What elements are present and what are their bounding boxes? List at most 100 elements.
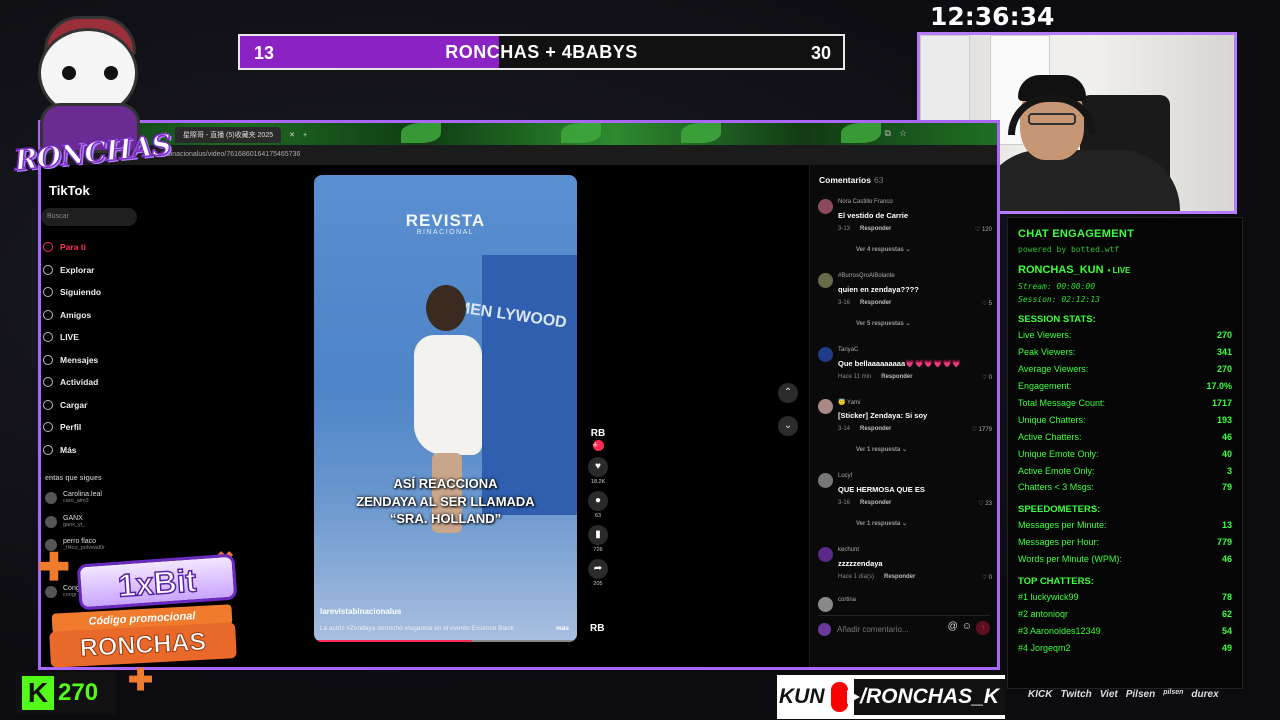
comment-likes[interactable]: ♡ 0 — [982, 574, 992, 581]
nav-item-perfil[interactable]: Perfil — [43, 416, 163, 439]
comment-likes[interactable]: ♡ 23 — [978, 500, 992, 507]
comment-like-count: 5 — [988, 301, 992, 307]
speedometer-row: Messages per Hour: 779 — [1018, 534, 1232, 551]
avatar[interactable] — [818, 473, 833, 488]
bookmark-star-icon[interactable]: ☆ — [899, 128, 907, 139]
bookmark-icon: ▮ — [588, 525, 608, 545]
next-video-button[interactable]: ⌄ — [778, 416, 798, 436]
avatar[interactable] — [818, 597, 833, 612]
logo-text: RONCHAS — [12, 127, 173, 178]
nav-item-amigos[interactable]: Amigos — [43, 304, 163, 327]
reply-button[interactable]: Responder — [860, 300, 891, 306]
compass-icon — [43, 264, 53, 275]
comment-like-count: 120 — [981, 227, 992, 233]
view-replies-button[interactable]: Ver 4 respuestas ⌄ — [856, 246, 910, 253]
avatar[interactable] — [818, 399, 833, 414]
send-icon[interactable]: ↑ — [976, 621, 990, 635]
mention-icon[interactable]: @ — [948, 621, 958, 635]
avatar[interactable] — [818, 547, 833, 562]
nav-item-mensajes[interactable]: Mensajes — [43, 349, 163, 372]
vote-right-count: 30 — [810, 43, 831, 63]
comment-likes[interactable]: ♡ 5 — [982, 300, 992, 307]
comment-likes[interactable]: ♡ 0 — [982, 374, 992, 381]
comment-likes[interactable]: ♡ 1779 — [972, 426, 992, 433]
comments-count: 63 — [873, 175, 884, 185]
comment-user[interactable]: Lucyl — [838, 473, 852, 479]
search-input[interactable]: Buscar — [41, 208, 137, 226]
close-icon[interactable]: ✕ — [289, 131, 295, 139]
sponsor-durex: durex — [1191, 689, 1219, 700]
comment-like-count: 1779 — [978, 427, 992, 433]
comment-meta: 3-16 Responder — [838, 500, 891, 506]
video-progress-bar[interactable] — [314, 640, 577, 642]
comment-user[interactable]: #BurrosQroAlBolante — [838, 273, 895, 279]
like-button[interactable]: ♥ 18.2K — [586, 457, 610, 485]
comment-user[interactable]: kechunt — [838, 547, 859, 553]
comment-user[interactable]: TanyaC — [838, 347, 858, 353]
browser-tab[interactable]: 星際哥 - 直播 (5)收藏夹 2025 — [174, 127, 282, 143]
video-username[interactable]: larevistabinacionalus — [320, 607, 401, 616]
video-person-hair — [426, 285, 466, 331]
profile-icon — [43, 422, 53, 433]
nav-item-mas[interactable]: Más — [43, 439, 163, 462]
nav-item-siguiendo[interactable]: Siguiendo — [43, 281, 163, 304]
nav-item-para-ti[interactable]: Para ti — [43, 236, 163, 259]
reply-button[interactable]: Responder — [860, 426, 891, 432]
avatar[interactable] — [818, 347, 833, 362]
webcam-person-body — [980, 150, 1180, 211]
top-chatter-row: #4 Jorgeqm2 49 — [1018, 639, 1232, 656]
top-chatter-row-value: 49 — [1221, 642, 1232, 653]
reply-button[interactable]: Responder — [881, 374, 912, 380]
reply-button[interactable]: Responder — [884, 574, 915, 580]
following-item[interactable]: GANX ganx_yt_ — [45, 515, 85, 528]
session-stat-row-label: Peak Viewers: — [1018, 347, 1076, 358]
comment-input-icons: @ ☺ ↑ — [948, 621, 990, 635]
comment-text: [Sticker] Zendaya: Si soy — [838, 411, 928, 420]
following-item[interactable]: Carolina.leal caro_alm3 — [45, 491, 102, 504]
install-icon[interactable]: ⧉ — [884, 128, 890, 139]
share-button[interactable]: ➦ 205 — [586, 559, 610, 587]
comment-user[interactable]: cortina — [838, 597, 856, 603]
cross-icon: ✚ — [128, 664, 154, 697]
session-stat-row-label: Total Message Count: — [1018, 398, 1106, 408]
new-tab-button[interactable]: + — [303, 132, 307, 139]
comment-input[interactable]: Añadir comentario... @ ☺ ↑ — [818, 615, 990, 637]
comment-user[interactable]: 😇 Yami — [838, 399, 860, 406]
view-replies-button[interactable]: Ver 1 respuesta ⌄ — [856, 446, 907, 453]
youtube-icon — [830, 682, 859, 712]
upload-icon — [43, 399, 53, 410]
comment-user[interactable]: Nora Castillo Franco — [838, 199, 893, 205]
view-replies-button[interactable]: Ver 5 respuestas ⌄ — [856, 320, 910, 327]
save-button[interactable]: ▮ 726 — [586, 525, 610, 553]
nav-item-explorar[interactable]: Explorar — [43, 259, 163, 282]
video-player[interactable]: WOMEN LYWOOD REVISTA BINACIONAL ASÍ REAC… — [314, 175, 577, 642]
sound-avatar[interactable]: RB — [590, 623, 604, 634]
comment-button[interactable]: ● 63 — [586, 491, 610, 519]
nav-item-live[interactable]: LIVE — [43, 326, 163, 349]
top-chatter-row-label: #1 luckywick99 — [1018, 592, 1079, 603]
comment-text: Que bellaaaaaaaaa💗💗💗💗💗💗 — [838, 359, 962, 368]
emoji-icon[interactable]: ☺ — [962, 621, 972, 635]
session-stat-row: Engagement: 17.0% — [1018, 378, 1232, 395]
comment-likes[interactable]: ♡ 120 — [975, 226, 992, 233]
creator-avatar[interactable]: RB — [586, 428, 610, 439]
top-chatter-row-label: #2 antonioqr — [1018, 608, 1069, 619]
comment-text: El vestido de Carrie — [838, 211, 909, 220]
comment-icon: ● — [588, 491, 608, 511]
tiktok-logo[interactable]: TikTok — [49, 183, 90, 198]
avatar[interactable] — [818, 273, 833, 288]
address-bar[interactable]: tabinacionalus/video/7616860164175465736 — [41, 145, 997, 165]
video-more-link[interactable]: más — [556, 625, 569, 632]
session-stat-row: Live Viewers: 270 — [1018, 327, 1232, 344]
nav-item-cargar[interactable]: Cargar — [43, 394, 163, 417]
reply-button[interactable]: Responder — [860, 500, 891, 506]
nav-item-actividad[interactable]: Actividad — [43, 371, 163, 394]
more-icon — [43, 444, 53, 455]
avatar[interactable] — [818, 199, 833, 214]
reply-button[interactable]: Responder — [860, 226, 891, 232]
session-stat-row: Unique Chatters: 193 — [1018, 411, 1232, 428]
follow-plus-icon[interactable]: + — [592, 440, 604, 451]
previous-video-button[interactable]: ⌃ — [778, 383, 798, 403]
view-replies-button[interactable]: Ver 1 respuesta ⌄ — [856, 520, 907, 527]
kick-viewer-count: 270 — [58, 679, 99, 706]
